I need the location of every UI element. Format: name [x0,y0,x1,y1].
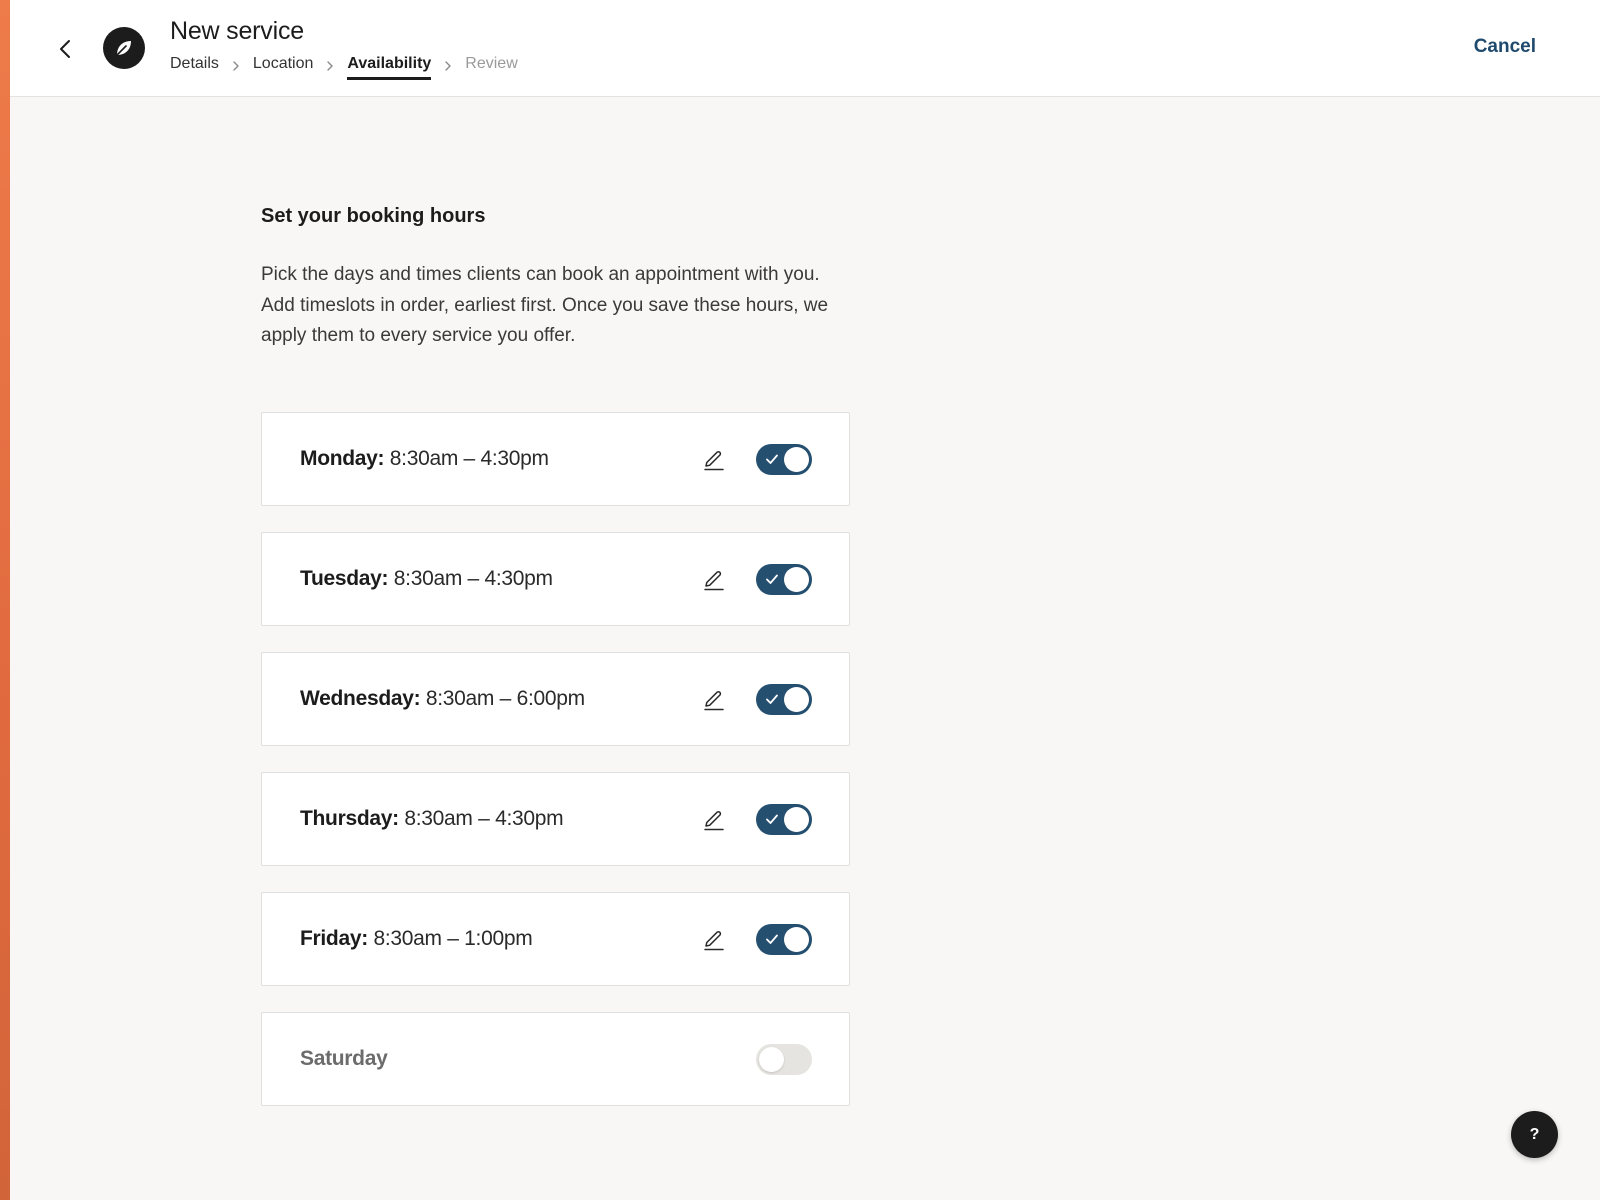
toggle-knob [784,446,809,472]
accent-strip [0,0,10,1200]
breadcrumb-location[interactable]: Location [253,55,314,77]
breadcrumb-separator [431,56,465,76]
day-toggle[interactable] [756,803,812,835]
pencil-icon [704,930,724,950]
check-icon [766,814,778,824]
day-card-thursday: Thursday: 8:30am – 4:30pm [261,771,850,866]
day-label: Wednesday: 8:30am – 6:00pm [300,687,585,711]
breadcrumb-separator [219,56,253,76]
breadcrumb-details[interactable]: Details [170,55,219,77]
breadcrumb-separator [313,56,347,76]
day-hours: 8:30am – 6:00pm [425,686,585,710]
intro-text: Pick the days and times clients can book… [261,264,829,346]
day-toggle[interactable] [756,683,812,715]
day-list: Monday: 8:30am – 4:30pm Tuesday: 8:30am … [261,411,851,1106]
day-hours: 8:30am – 1:00pm [373,926,533,950]
pencil-icon [704,450,724,470]
check-icon [766,694,778,704]
chevron-right-icon [327,61,334,71]
breadcrumb-availability[interactable]: Availability [347,55,431,80]
chevron-left-icon [60,40,70,58]
brand-logo [103,27,145,69]
day-hours: 8:30am – 4:30pm [404,806,564,830]
day-label: Thursday: 8:30am – 4:30pm [300,806,564,831]
day-toggle[interactable] [756,563,812,595]
toggle-knob [784,926,809,952]
edit-hours-button[interactable] [700,926,728,954]
day-card-friday: Friday: 8:30am – 1:00pm [261,891,850,986]
check-icon [766,574,778,584]
main-content: Set your booking hours Pick the days and… [261,205,851,1106]
page-title: New service [170,17,304,45]
toggle-knob [784,806,809,832]
day-label: Monday: 8:30am – 4:30pm [300,447,549,471]
day-card-saturday: Saturday [261,1011,850,1106]
leaf-logo-icon [116,41,131,56]
edit-hours-button[interactable] [700,686,728,714]
day-name: Tuesday: [300,566,389,590]
chevron-right-icon [233,61,239,71]
day-hours: 8:30am – 4:30pm [389,446,549,470]
back-button[interactable] [46,32,86,66]
breadcrumb-review: Review [465,55,518,72]
day-name: Monday: [300,446,385,470]
pencil-icon [704,570,724,590]
day-card-wednesday: Wednesday: 8:30am – 6:00pm [261,651,850,746]
check-icon [766,454,778,464]
day-toggle[interactable] [756,923,812,955]
day-toggle[interactable] [756,1043,812,1075]
top-bar: New service Details Location Availabilit… [10,0,1600,97]
cancel-button[interactable]: Cancel [1474,36,1536,58]
pencil-icon [704,690,724,710]
help-button[interactable]: ? [1511,1111,1558,1158]
day-label: Tuesday: 8:30am – 4:30pm [300,567,553,591]
edit-hours-button[interactable] [700,806,728,834]
edit-hours-button[interactable] [700,566,728,594]
day-name: Saturday [300,1046,388,1070]
day-name: Friday: [300,926,368,950]
day-name: Wednesday: [300,686,421,710]
day-card-monday: Monday: 8:30am – 4:30pm [261,411,850,506]
day-label: Friday: 8:30am – 1:00pm [300,926,533,951]
check-icon [766,934,778,944]
day-label: Saturday [300,1046,388,1071]
day-name: Thursday: [300,806,399,830]
section-title: Set your booking hours [261,205,486,227]
day-toggle[interactable] [756,443,812,475]
chevron-right-icon [445,61,451,71]
edit-hours-button[interactable] [700,446,728,474]
day-hours: 8:30am – 4:30pm [393,566,553,590]
toggle-knob [784,566,809,592]
breadcrumb: Details Location Availability Review [170,53,518,80]
pencil-icon [704,810,724,830]
toggle-knob [784,686,809,712]
day-card-tuesday: Tuesday: 8:30am – 4:30pm [261,531,850,626]
toggle-knob [759,1046,784,1072]
